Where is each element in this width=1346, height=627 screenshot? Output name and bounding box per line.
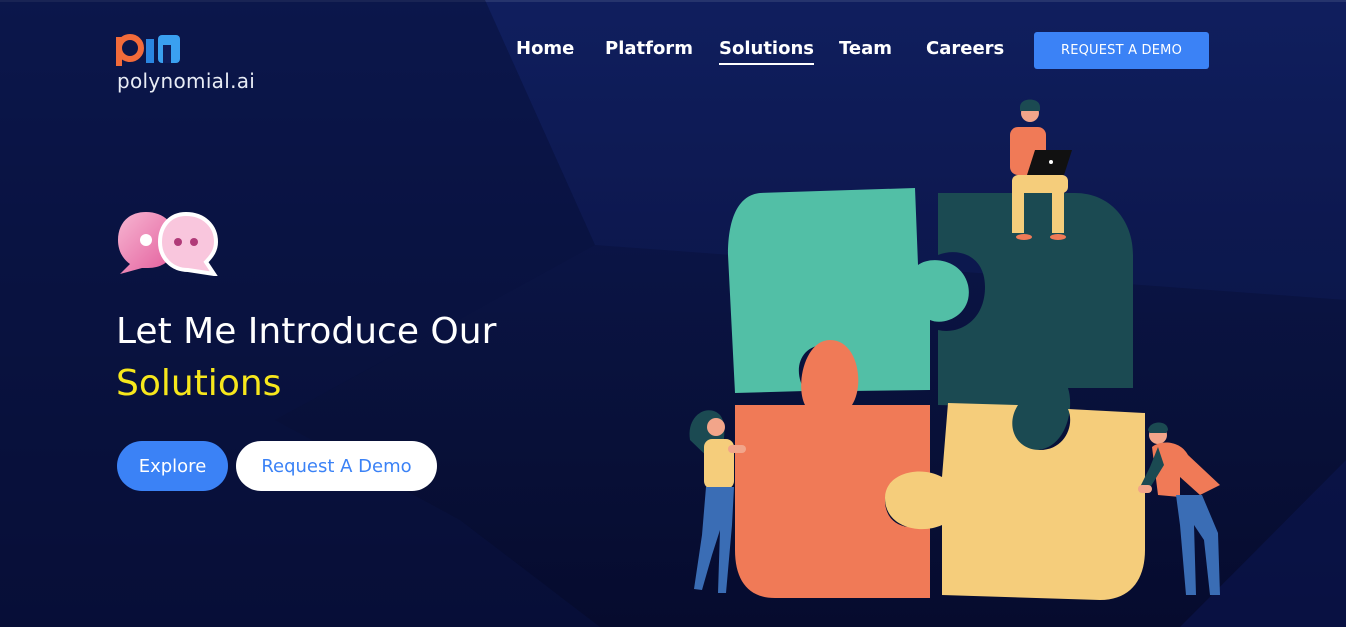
- nav-home[interactable]: Home: [516, 38, 574, 59]
- nav-platform[interactable]: Platform: [605, 38, 693, 59]
- hero-title-line1: Let Me Introduce Our: [116, 311, 497, 352]
- polynomial-logo-icon: [116, 34, 180, 66]
- brand-logo[interactable]: polynomial.ai: [116, 33, 255, 93]
- hero-headline: Let Me Introduce Our Solutions: [116, 306, 496, 410]
- nav-team[interactable]: Team: [839, 38, 892, 59]
- puzzle-team-illustration: [689, 99, 1220, 600]
- person-right: [1138, 422, 1220, 595]
- request-demo-button[interactable]: Request A Demo: [236, 441, 437, 491]
- explore-button[interactable]: Explore: [117, 441, 228, 491]
- nav-careers[interactable]: Careers: [926, 38, 1004, 59]
- nav-solutions[interactable]: Solutions: [719, 38, 814, 65]
- request-demo-nav-button[interactable]: REQUEST A DEMO: [1034, 32, 1209, 69]
- hero-title-line2: Solutions: [116, 363, 282, 404]
- brand-name: polynomial.ai: [117, 69, 256, 93]
- chat-bubbles-icon: [118, 211, 218, 276]
